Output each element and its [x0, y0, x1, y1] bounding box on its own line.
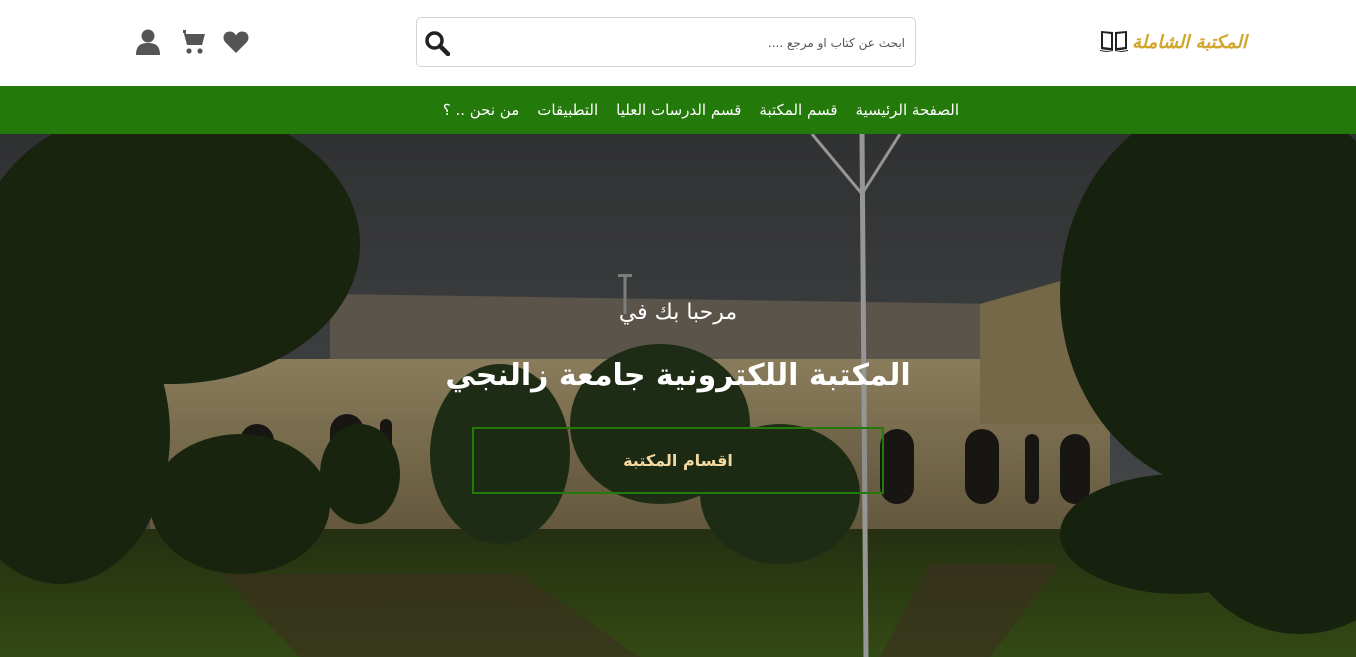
logo-text: المكتبة الشاملة	[1132, 31, 1247, 53]
cart-icon[interactable]	[178, 28, 206, 56]
hero-overlay	[0, 134, 1356, 657]
library-sections-label: اقسام المكتبة	[623, 451, 733, 470]
nav-item-home[interactable]: الصفحة الرئيسية	[847, 101, 969, 119]
nav-item-applications[interactable]: التطبيقات	[528, 101, 607, 119]
search-icon[interactable]	[423, 29, 451, 57]
user-icon[interactable]	[134, 28, 162, 56]
book-icon	[1100, 28, 1128, 56]
hero-welcome-text: مرحبا بك في	[0, 300, 1356, 325]
hero-title: المكتبة اللكترونية جامعة زالنجي	[445, 358, 911, 393]
hero-welcome-label: مرحبا بك في	[618, 300, 738, 325]
main-nav: الصفحة الرئيسية قسم المكتبة قسم الدرسات …	[0, 86, 1356, 134]
nav-item-graduate-studies[interactable]: قسم الدرسات العليا	[607, 101, 750, 119]
search-input[interactable]	[461, 26, 905, 60]
library-sections-button[interactable]: اقسام المكتبة	[472, 427, 884, 494]
header-actions	[134, 26, 250, 58]
heart-icon[interactable]	[222, 28, 250, 56]
nav-item-library[interactable]: قسم المكتبة	[750, 101, 846, 119]
search-box	[416, 17, 916, 67]
hero-banner: مرحبا بك في المكتبة اللكترونية جامعة زال…	[0, 134, 1356, 657]
nav-item-about[interactable]: من نحن .. ؟	[434, 101, 529, 119]
site-logo[interactable]: المكتبة الشاملة	[1100, 26, 1247, 58]
site-header: المكتبة الشاملة	[0, 0, 1356, 86]
